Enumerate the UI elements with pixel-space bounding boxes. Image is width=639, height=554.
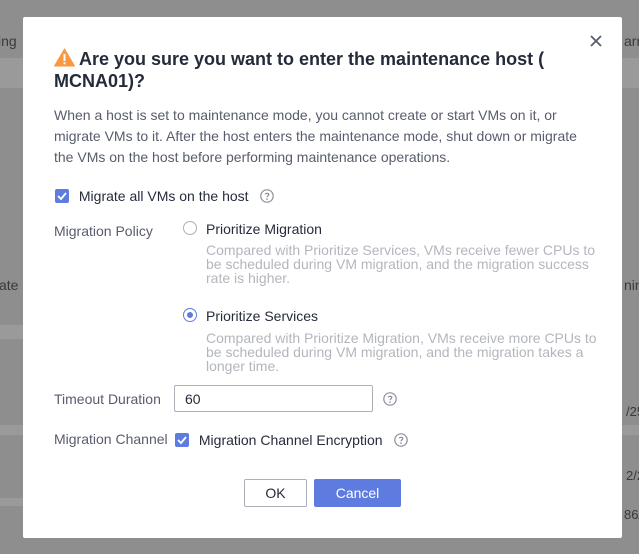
close-icon[interactable] (588, 33, 604, 49)
background-text: 86/ (624, 507, 639, 522)
radio-prioritize-migration-description: Compared with Prioritize Services, VMs r… (206, 242, 596, 286)
migration-channel-row: Migration Channel Encryption (175, 431, 409, 448)
timeout-duration-input[interactable] (174, 385, 373, 412)
checkbox-check-icon (57, 192, 67, 201)
radio-prioritize-migration-label[interactable]: Prioritize Migration (206, 221, 322, 237)
help-icon[interactable] (260, 189, 275, 204)
background-row-strip-right (622, 425, 639, 435)
ok-button[interactable]: OK (244, 479, 307, 507)
migration-channel-encryption-checkbox[interactable] (175, 433, 189, 448)
help-icon[interactable] (394, 433, 409, 448)
radio-prioritize-services-description: Compared with Prioritize Migration, VMs … (206, 330, 597, 374)
close-button[interactable] (588, 33, 604, 49)
dialog-title-row: Are you sure you want to enter the maint… (54, 48, 564, 92)
background-header-strip (0, 58, 23, 88)
cancel-button[interactable]: Cancel (314, 479, 401, 507)
migrate-all-label[interactable]: Migrate all VMs on the host (79, 188, 249, 204)
radio-prioritize-services-label[interactable]: Prioritize Services (206, 308, 318, 324)
background-text: arm (624, 33, 639, 49)
warning-icon (54, 48, 75, 67)
background-text: 2/2 (626, 468, 639, 483)
background-row-strip-left (0, 425, 23, 435)
background-text: /25 (626, 404, 639, 419)
checkbox-check-icon (177, 436, 187, 445)
background-text: nin (624, 277, 639, 293)
background-header-strip-right (622, 58, 639, 88)
background-row-strip-left2 (0, 498, 23, 506)
migration-channel-label: Migration Channel (54, 431, 168, 447)
radio-prioritize-migration[interactable] (183, 221, 197, 235)
help-icon[interactable] (383, 392, 397, 406)
migration-policy-label: Migration Policy (54, 223, 153, 239)
migrate-all-row: Migrate all VMs on the host (55, 187, 275, 204)
radio-prioritize-services[interactable] (183, 308, 197, 322)
migrate-all-checkbox[interactable] (55, 189, 69, 204)
migration-channel-encryption-label[interactable]: Migration Channel Encryption (199, 432, 383, 448)
maintenance-dialog: Are you sure you want to enter the maint… (23, 17, 622, 538)
background-text: ate (0, 277, 19, 293)
dialog-description: When a host is set to maintenance mode, … (54, 107, 577, 165)
background-row-strip (0, 325, 23, 339)
background-text: ing (0, 33, 17, 49)
timeout-duration-label: Timeout Duration (54, 391, 161, 407)
dialog-title: Are you sure you want to enter the maint… (54, 49, 545, 91)
